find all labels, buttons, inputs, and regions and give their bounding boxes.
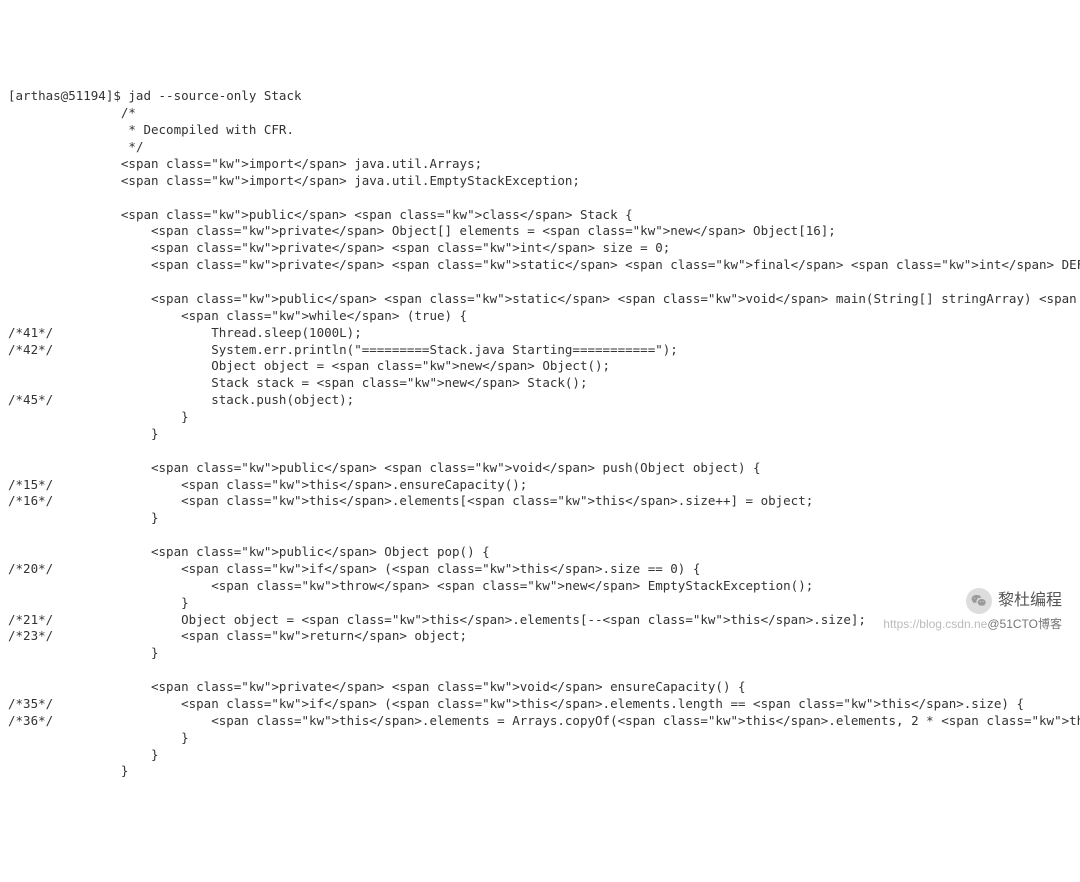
line-marker	[8, 207, 68, 222]
line-marker	[8, 578, 68, 593]
line-marker	[8, 190, 68, 205]
line-marker	[8, 510, 68, 525]
line-marker: /*45*/	[8, 392, 68, 407]
line-marker	[8, 679, 68, 694]
line-marker	[8, 257, 68, 272]
line-marker	[8, 240, 68, 255]
line-marker	[8, 662, 68, 677]
line-marker	[8, 308, 68, 323]
line-marker: /*36*/	[8, 713, 68, 728]
line-marker: /*21*/	[8, 612, 68, 627]
line-marker: /*23*/	[8, 628, 68, 643]
line-marker	[8, 595, 68, 610]
shell-prompt: [arthas@51194]$ jad --source-only Stack	[8, 88, 302, 103]
terminal-output: [arthas@51194]$ jad --source-only Stack …	[8, 88, 1072, 780]
line-marker: /*15*/	[8, 477, 68, 492]
line-marker	[8, 173, 68, 188]
line-marker	[8, 105, 68, 120]
line-marker: /*35*/	[8, 696, 68, 711]
line-marker: /*41*/	[8, 325, 68, 340]
line-marker	[8, 409, 68, 424]
line-marker	[8, 730, 68, 745]
line-marker	[8, 763, 68, 778]
code-screenshot: { "prompt": "[arthas@51194]$ jad --sourc…	[8, 21, 1072, 632]
line-marker	[8, 223, 68, 238]
line-marker	[8, 426, 68, 441]
line-marker: /*16*/	[8, 493, 68, 508]
line-marker	[8, 460, 68, 475]
line-marker: /*20*/	[8, 561, 68, 576]
line-marker	[8, 747, 68, 762]
line-marker	[8, 139, 68, 154]
line-marker	[8, 527, 68, 542]
line-marker	[8, 274, 68, 289]
line-marker	[8, 443, 68, 458]
line-marker	[8, 645, 68, 660]
line-marker	[8, 544, 68, 559]
line-marker	[8, 122, 68, 137]
line-marker	[8, 156, 68, 171]
line-marker	[8, 291, 68, 306]
line-marker	[8, 358, 68, 373]
footer-attribution: https://blog.csdn.ne@51CTO博客	[877, 600, 1062, 632]
line-marker: /*42*/	[8, 342, 68, 357]
line-marker	[8, 375, 68, 390]
